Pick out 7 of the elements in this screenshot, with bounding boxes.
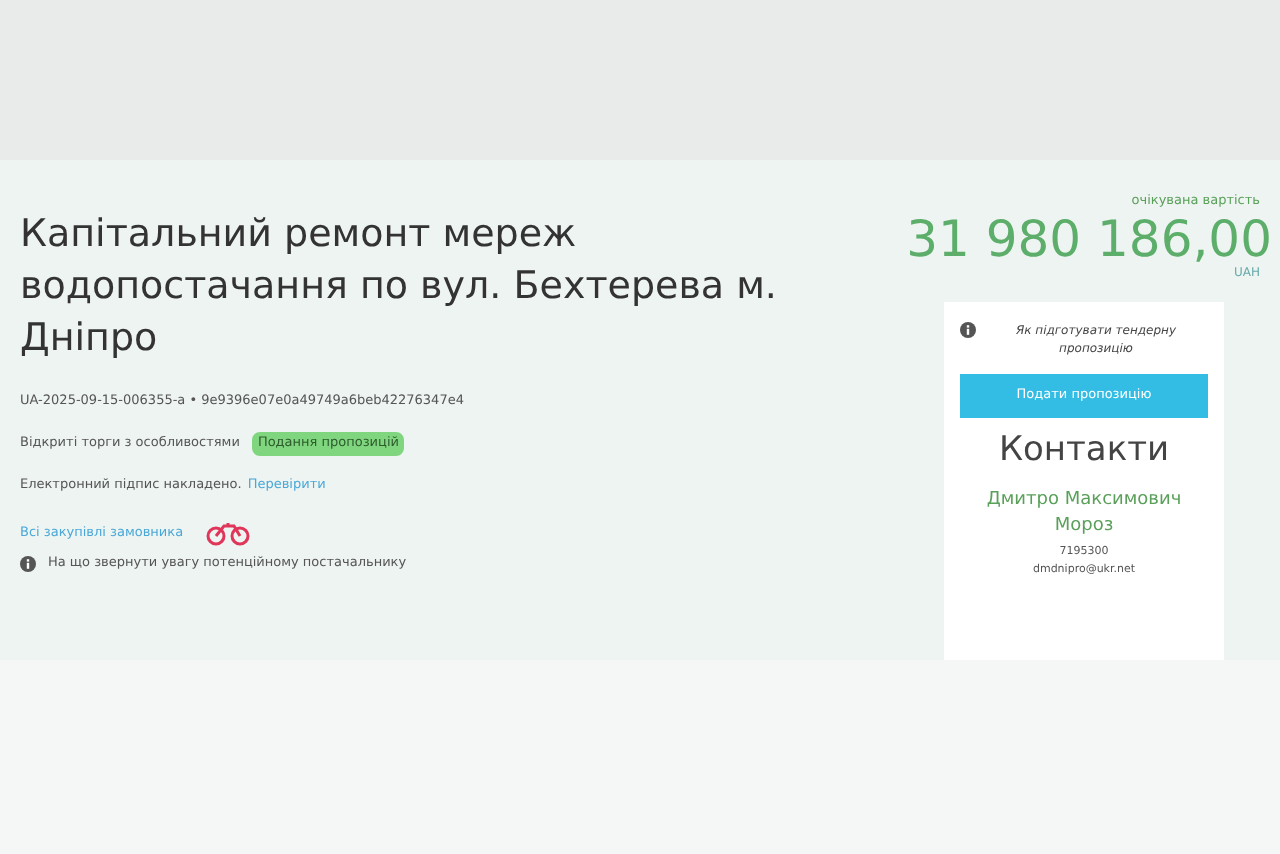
info-icon (960, 321, 976, 338)
tender-title: Капітальний ремонт мереж водопостачання по вул. Бехтерева м. Дніпро (20, 210, 779, 364)
info-icon (20, 556, 36, 573)
price-amount: 31 980 186,00 (906, 211, 1272, 268)
contacts-heading: Контакти (998, 427, 1170, 474)
contact-name: Дмитро Максимович Мороз (984, 488, 1184, 541)
bicycle-icon (203, 522, 252, 547)
